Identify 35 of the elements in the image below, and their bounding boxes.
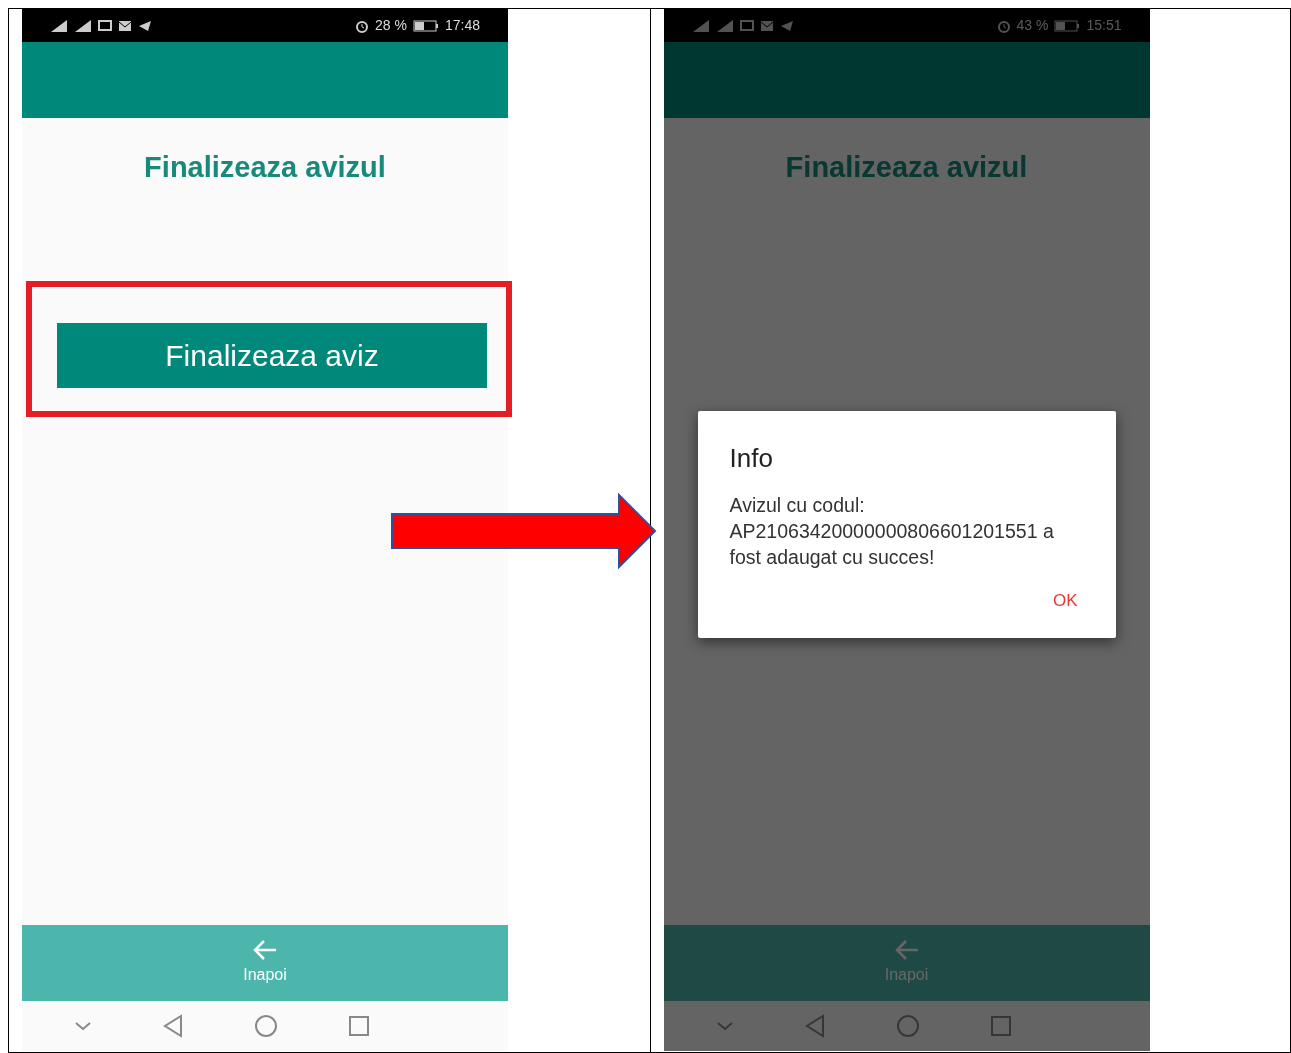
screen-icon [739,19,754,32]
dialog-message: Avizul cu codul: AP21063420000000806601201551 a fost adaugat cu succes! [729,493,1055,570]
back-triangle-icon[interactable] [162,1014,184,1038]
ok-button[interactable]: OK [1046,586,1084,616]
signal-icon [50,18,68,33]
signal-icon [74,18,92,33]
home-circle-icon[interactable] [254,1014,278,1038]
chevron-down-icon[interactable] [74,1020,92,1032]
battery-icon [412,19,439,32]
finalize-button[interactable]: Finalizeaza aviz [57,322,487,388]
back-nav-button[interactable]: Inapoi [22,925,508,1001]
back-arrow-icon [252,939,278,961]
battery-percent: 43 % [1016,16,1049,35]
send-icon [138,19,152,32]
signal-icon [715,18,734,33]
signal-icon [691,18,710,33]
square-icon[interactable] [348,1015,370,1037]
home-circle-icon[interactable] [895,1014,920,1038]
dialog-title: Info [729,442,774,475]
square-icon[interactable] [989,1015,1012,1037]
page-title: Finalizeaza avizul [144,150,386,185]
alarm-icon [996,18,1011,33]
alarm-icon [355,18,370,33]
screen-icon [98,19,112,32]
clock-time: 15:51 [1086,16,1122,35]
battery-percent: 28 % [375,16,407,35]
send-icon [779,19,794,32]
battery-icon [1054,19,1081,32]
back-triangle-icon[interactable] [803,1014,826,1038]
mail-icon [118,19,132,32]
back-arrow-icon [893,939,920,961]
chevron-down-icon[interactable] [715,1020,734,1032]
clock-time: 17:48 [444,16,480,35]
page-title: Finalizeaza avizul [785,150,1028,185]
mail-icon [759,19,774,32]
